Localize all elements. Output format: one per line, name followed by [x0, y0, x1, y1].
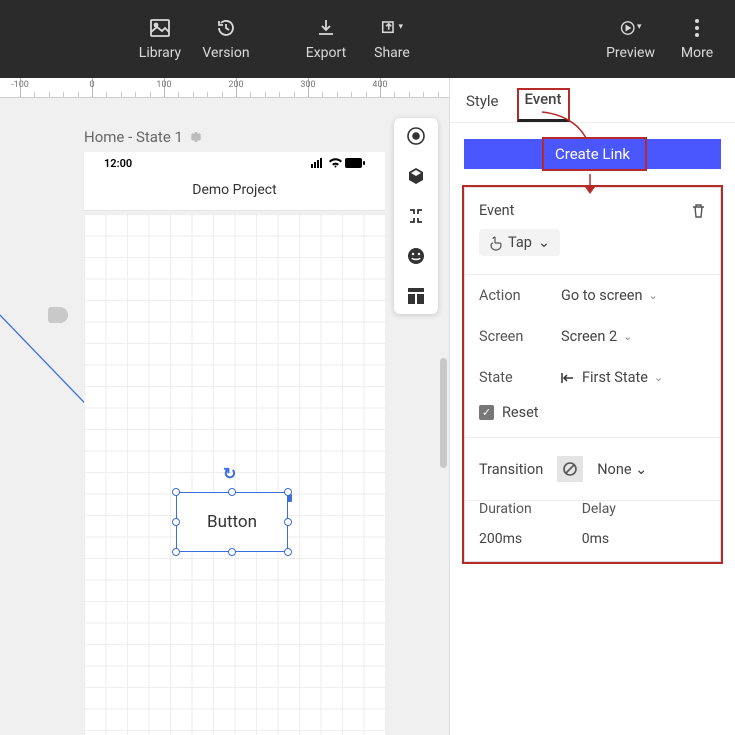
breadcrumb-handle[interactable]: [48, 307, 68, 323]
resize-handle-e[interactable]: [284, 518, 292, 526]
duration-label: Duration: [479, 501, 532, 517]
gear-icon[interactable]: [189, 130, 203, 144]
transition-selector[interactable]: None ⌄: [597, 461, 647, 478]
delay-label: Delay: [582, 501, 616, 517]
resize-handle-w[interactable]: [172, 518, 180, 526]
resize-handle-n[interactable]: [228, 488, 236, 496]
history-icon: [215, 17, 237, 39]
event-card: Event Tap ⌄ Action Go to screen ⌄: [464, 187, 721, 562]
download-icon: [315, 17, 337, 39]
chevron-down-icon: ⌄: [654, 371, 663, 384]
preview-button[interactable]: ▾ Preview: [606, 17, 655, 61]
screen-title[interactable]: Home - State 1: [84, 128, 203, 146]
share-button[interactable]: ▾ Share: [368, 17, 416, 61]
delay-value[interactable]: 0ms: [582, 531, 616, 547]
state-selector[interactable]: First State ⌄: [561, 369, 663, 386]
image-icon: [149, 17, 171, 39]
share-icon: ▾: [381, 17, 403, 39]
smile-icon[interactable]: [406, 246, 426, 266]
chevron-down-icon: ⌄: [635, 461, 647, 478]
trigger-value: Tap: [508, 234, 532, 251]
annotation-highlight: [542, 137, 647, 171]
project-title: Demo Project: [84, 174, 385, 210]
action-value: Go to screen: [561, 287, 642, 304]
rotate-handle[interactable]: ↻: [223, 464, 236, 483]
reset-label: Reset: [502, 404, 539, 421]
cube-icon[interactable]: [406, 166, 426, 186]
library-label: Library: [139, 45, 181, 61]
canvas-scrollbar[interactable]: [440, 358, 447, 468]
share-label: Share: [374, 45, 410, 61]
transition-value: None: [597, 461, 631, 478]
state-value: First State: [582, 369, 648, 386]
screen-title-text: Home - State 1: [84, 128, 183, 146]
screen-value: Screen 2: [561, 328, 617, 345]
delete-event-button[interactable]: [691, 203, 706, 219]
chevron-down-icon: ⌄: [538, 234, 550, 251]
more-label: More: [681, 45, 713, 61]
canvas-area[interactable]: -1000100200300400 Home - State 1 12:00: [0, 78, 449, 735]
state-label: State: [479, 369, 551, 386]
reset-checkbox[interactable]: ✓: [479, 405, 494, 420]
export-label: Export: [306, 45, 346, 61]
status-time: 12:00: [104, 157, 132, 170]
version-button[interactable]: Version: [202, 17, 250, 61]
chevron-down-icon: ⌄: [623, 330, 632, 343]
more-button[interactable]: More: [673, 17, 721, 61]
top-toolbar: Library Version Export ▾ Share ▾: [0, 0, 735, 78]
target-icon[interactable]: [406, 126, 426, 146]
export-button[interactable]: Export: [302, 17, 350, 61]
button-text: Button: [207, 512, 257, 532]
resize-handle-sw[interactable]: [172, 548, 180, 556]
screen-label: Screen: [479, 328, 551, 345]
button-element[interactable]: Button: [176, 492, 288, 552]
chevron-down-icon: ⌄: [648, 289, 657, 302]
none-icon: [557, 456, 583, 482]
library-button[interactable]: Library: [136, 17, 184, 61]
version-label: Version: [202, 45, 249, 61]
transition-label: Transition: [479, 461, 543, 478]
action-label: Action: [479, 287, 551, 304]
tab-event[interactable]: Event: [517, 88, 570, 122]
play-icon: ▾: [620, 17, 642, 39]
inspector-panel: Style Event Create Link Event: [449, 78, 735, 735]
event-heading: Event: [479, 202, 514, 219]
status-bar: 12:00: [84, 152, 385, 174]
screen-selector[interactable]: Screen 2 ⌄: [561, 328, 632, 345]
duration-value[interactable]: 200ms: [479, 531, 532, 547]
ruler: -1000100200300400: [0, 78, 449, 98]
resize-handle-se[interactable]: [284, 548, 292, 556]
selected-element[interactable]: ↻ Button: [176, 492, 288, 552]
inspector-tabs: Style Event: [450, 78, 735, 123]
tap-icon: [489, 235, 502, 251]
canvas-tools: [394, 118, 438, 314]
more-vertical-icon: [686, 17, 708, 39]
layout-icon[interactable]: [406, 286, 426, 306]
tab-style[interactable]: Style: [466, 92, 499, 122]
resize-handle-s[interactable]: [228, 548, 236, 556]
action-selector[interactable]: Go to screen ⌄: [561, 287, 658, 304]
trigger-selector[interactable]: Tap ⌄: [479, 229, 560, 256]
autolayout-icon[interactable]: [406, 206, 426, 226]
status-icons: [311, 158, 365, 168]
preview-label: Preview: [606, 45, 655, 61]
resize-handle-nw[interactable]: [172, 488, 180, 496]
device-frame: 12:00 Demo Project: [84, 152, 385, 292]
first-state-icon: [561, 372, 576, 384]
resize-handle-ne[interactable]: [284, 488, 292, 496]
